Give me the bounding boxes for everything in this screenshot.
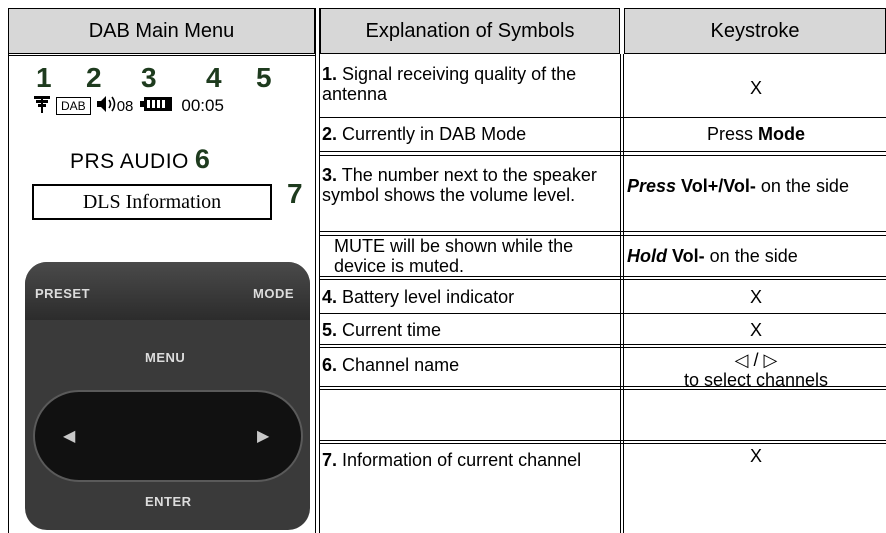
keystroke-row-6: ◁ / ▷ to select channels <box>626 350 886 390</box>
row-number: 4. <box>322 287 338 307</box>
row-sep <box>320 344 886 345</box>
row-number: 3. <box>322 165 338 185</box>
row-sep <box>320 279 886 280</box>
keystroke-row-2: Press Mode <box>626 124 886 144</box>
keystroke-text: Press <box>706 124 758 144</box>
border-divider-1 <box>315 8 316 533</box>
volume-level: 08 <box>116 97 134 115</box>
row-number: 2. <box>322 124 338 144</box>
row-sep <box>320 155 886 156</box>
right-arrow-icon[interactable]: ▶ <box>257 426 269 446</box>
explanation-row-1: 1. Signal receiving quality of the anten… <box>322 64 617 104</box>
row-text: MUTE will be shown while the device is m… <box>334 236 574 276</box>
explanation-row-2: 2. Currently in DAB Mode <box>322 124 617 144</box>
border-left <box>8 54 9 533</box>
left-arrow-icon[interactable]: ◀ <box>63 426 75 446</box>
clock-time: 00:05 <box>181 96 224 115</box>
border-divider-2b <box>623 54 624 533</box>
callout-2: 2 <box>86 62 102 93</box>
row-sep <box>320 117 886 118</box>
keystroke-key: Vol+/Vol- <box>676 176 756 196</box>
callout-3: 3 <box>141 62 157 93</box>
row-text: Battery level indicator <box>342 287 515 307</box>
row-sep <box>320 440 886 441</box>
explanation-row-6: 6. Channel name <box>322 355 617 375</box>
keystroke-row-4: X <box>749 287 762 307</box>
header-keystroke: Keystroke <box>624 8 886 54</box>
row-sep <box>320 151 886 152</box>
preset-button[interactable]: PRESET <box>35 286 90 301</box>
header-label: Explanation of Symbols <box>365 19 575 42</box>
explanation-row-4: 4. Battery level indicator <box>322 287 617 307</box>
explanation-row-3: 3. The number next to the speaker symbol… <box>322 165 614 205</box>
navigation-pad[interactable]: ◀ ▶ <box>33 390 303 482</box>
battery-icon <box>139 95 173 118</box>
lcd-status-row: DAB 08 00:05 <box>32 94 224 118</box>
row-text: Signal receiving quality of the antenna <box>322 64 577 104</box>
dab-mode-indicator: DAB <box>56 97 91 115</box>
row-sep <box>320 276 886 277</box>
row-number: 6. <box>322 355 338 375</box>
keystroke-row-1: X <box>749 78 762 98</box>
border-divider-1b <box>319 8 320 533</box>
mode-button[interactable]: MODE <box>253 286 294 301</box>
speaker-icon <box>95 94 117 119</box>
station-name: PRS AUDIO 6 <box>70 144 210 175</box>
row-sep <box>320 443 886 444</box>
keystroke-key: Vol- <box>667 246 705 266</box>
row-text: Currently in DAB Mode <box>342 124 527 144</box>
keystroke-key: Mode <box>758 124 805 144</box>
header-explanation: Explanation of Symbols <box>320 8 620 54</box>
keystroke-row-mute: Hold Vol- on the side <box>627 246 886 266</box>
row-number: 1. <box>322 64 338 84</box>
dls-text: DLS Information <box>82 190 222 213</box>
callout-6: 6 <box>194 144 211 174</box>
dls-info-box: DLS Information <box>32 184 272 220</box>
menu-button[interactable]: MENU <box>145 350 185 365</box>
header-dab-main-menu: DAB Main Menu <box>8 8 315 54</box>
row-number: 7. <box>322 450 338 470</box>
callout-7: 7 <box>287 178 303 209</box>
explanation-row-mute: MUTE will be shown while the device is m… <box>334 236 614 276</box>
explanation-row-7: 7. Information of current channel <box>322 450 592 470</box>
keystroke-action: Hold <box>627 246 667 266</box>
row-number: 5. <box>322 320 338 340</box>
left-panel-top-border <box>8 55 316 56</box>
keystroke-arrows: ◁ / ▷ <box>734 350 778 370</box>
antenna-icon <box>32 94 52 119</box>
row-text: Current time <box>342 320 442 340</box>
keystroke-text: on the side <box>755 176 849 196</box>
row-text: Information of current channel <box>342 450 582 470</box>
explanation-row-5: 5. Current time <box>322 320 617 340</box>
keystroke-row-5: X <box>749 320 762 340</box>
header-label: Keystroke <box>710 19 800 42</box>
keystroke-row-7: X <box>749 446 762 466</box>
keystroke-action: Press <box>627 176 677 196</box>
callout-1: 1 <box>36 62 52 93</box>
station-name-text: PRS AUDIO <box>70 150 189 173</box>
device-controls: PRESET MODE MENU ◀ ▶ ENTER <box>25 262 310 530</box>
row-sep <box>320 347 886 348</box>
row-sep <box>320 231 886 232</box>
border-divider-2 <box>620 54 621 533</box>
enter-button[interactable]: ENTER <box>145 494 192 509</box>
callout-5: 5 <box>256 62 272 93</box>
keystroke-row-3: Press Vol+/Vol- on the side <box>627 176 884 196</box>
header-label: DAB Main Menu <box>88 19 235 42</box>
keystroke-text: to select channels <box>683 370 829 390</box>
row-text: The number next to the speaker symbol sh… <box>322 165 597 205</box>
row-text: Channel name <box>342 355 460 375</box>
callout-4: 4 <box>206 62 222 93</box>
keystroke-text: on the side <box>704 246 798 266</box>
row-sep <box>320 313 886 314</box>
